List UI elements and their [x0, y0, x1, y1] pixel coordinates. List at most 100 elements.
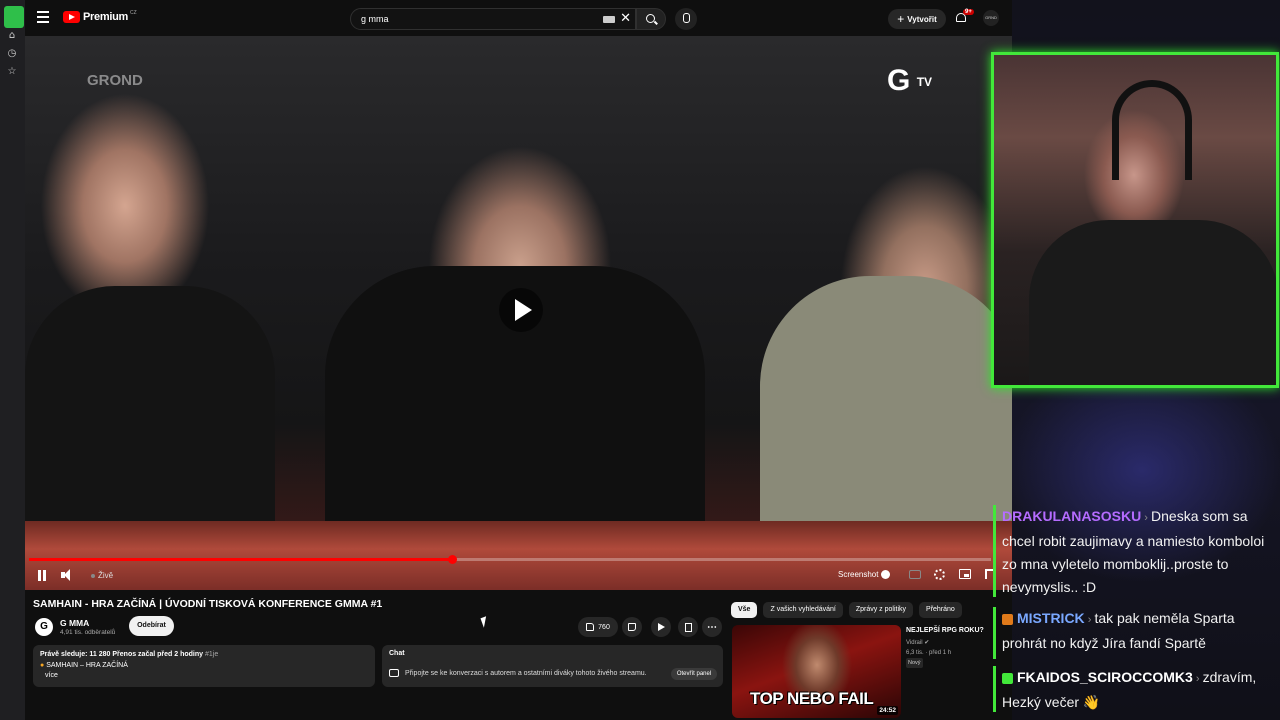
home-icon[interactable]: ⌂	[6, 30, 18, 42]
chat-username: DRAKULANASOSKU	[1002, 508, 1142, 524]
chat-accent-bar	[993, 666, 996, 712]
save-button[interactable]	[678, 617, 698, 637]
recommended-thumbnail[interactable]: TOP NEBO FAIL 24:52	[732, 625, 901, 718]
search-button[interactable]	[636, 8, 666, 30]
like-button[interactable]: 760	[578, 617, 618, 637]
big-play-button[interactable]	[499, 288, 543, 332]
chat-separator: ›	[1141, 512, 1152, 524]
new-badge: Nový	[906, 658, 923, 668]
chip-politics[interactable]: Zprávy z politiky	[848, 602, 914, 618]
more-icon: ⋯	[707, 621, 717, 633]
video-player[interactable]: GROND G TV Živě Screenshot	[25, 36, 1012, 590]
description-more[interactable]: více	[40, 671, 368, 682]
subscriber-count: 4,91 tis. odběratelů	[60, 629, 116, 636]
share-button[interactable]	[651, 617, 671, 637]
screenshot-button[interactable]: Screenshot	[838, 570, 891, 580]
search-box: ✕	[350, 8, 636, 30]
progress-bar[interactable]	[29, 555, 991, 564]
open-chat-panel-button[interactable]: Otevřít panel	[671, 668, 717, 680]
channel-avatar[interactable]: G	[35, 618, 53, 636]
dislike-button[interactable]	[622, 617, 642, 637]
create-label: Vytvořit	[907, 14, 937, 24]
star-icon[interactable]: ☆	[6, 66, 18, 78]
gtv-letter: G	[887, 64, 910, 97]
notification-badge: 9+	[963, 9, 974, 15]
search-icon	[646, 14, 655, 23]
channel-name[interactable]: G MMA	[60, 618, 89, 628]
top-bar: Premium CZ ✕ + Vytvořit 9+ GRND	[25, 0, 1012, 36]
user-badge-icon	[1002, 613, 1013, 625]
chat-separator: ›	[1084, 614, 1095, 626]
chat-bubble-icon	[389, 669, 399, 677]
fullscreen-icon[interactable]	[985, 569, 993, 579]
webcam-frame	[991, 52, 1279, 388]
thumbnail-text: TOP NEBO FAIL	[750, 689, 874, 708]
progress-fill	[29, 558, 453, 561]
chat-message-body: MISTRICK › tak pak neměla Sparta prohrát…	[993, 607, 1278, 655]
live-dot-icon	[91, 573, 95, 578]
clear-search-icon[interactable]: ✕	[620, 11, 631, 26]
mouse-cursor-icon	[480, 616, 490, 628]
chat-description: Připojte se ke konverzaci s autorem a os…	[405, 669, 647, 677]
more-actions-button[interactable]: ⋯	[702, 617, 722, 637]
brand-label: Premium	[83, 11, 128, 23]
recommended-channel[interactable]: Vidrail ✔	[906, 638, 951, 648]
recommended-meta: Vidrail ✔ 6,3 tis. · před 1 h Nový	[906, 638, 951, 668]
subscribe-button[interactable]: Odebírat	[129, 616, 174, 636]
plus-icon: +	[897, 12, 905, 26]
like-count: 760	[598, 623, 610, 631]
live-indicator[interactable]: Živě	[91, 571, 113, 580]
video-frame-desk	[25, 521, 1012, 590]
share-icon	[657, 623, 665, 631]
screenshot-label: Screenshot	[838, 570, 879, 579]
search-input[interactable]	[361, 14, 581, 24]
recommended-stats: 6,3 tis. · před 1 h	[906, 650, 952, 656]
description-line: ● SAMHAIN – HRA ZAČÍNÁ	[40, 661, 368, 672]
notifications-bell-icon[interactable]: 9+	[955, 9, 974, 24]
voice-search-icon[interactable]	[675, 8, 697, 30]
chip-watched[interactable]: Přehráno	[919, 602, 962, 618]
miniplayer-icon[interactable]	[959, 569, 971, 579]
description-stats: Právě sleduje: 11 280 Přenos začal před …	[40, 650, 368, 661]
description-stats-text: Právě sleduje: 11 280 Přenos začal před …	[40, 651, 204, 658]
keyboard-icon[interactable]	[603, 16, 615, 23]
chat-username: FKAIDOS_SCIROCCOMK3	[1017, 669, 1193, 685]
description-box[interactable]: Právě sleduje: 11 280 Přenos začal před …	[33, 645, 375, 687]
chat-box: Chat Připojte se ke konverzaci s autorem…	[382, 645, 723, 687]
thumbs-down-icon	[628, 623, 636, 631]
subtitles-icon[interactable]	[909, 570, 921, 579]
chat-heading: Chat	[389, 650, 405, 657]
chat-message-body: DRAKULANASOSKU › Dneska som sa chcel rob…	[993, 505, 1278, 599]
recommended-channel-name: Vidrail	[906, 640, 923, 646]
recommended-age: před 1 h	[929, 650, 952, 656]
chat-username: MISTRICK	[1017, 610, 1085, 626]
browser-logo-icon[interactable]	[4, 6, 24, 28]
volume-icon[interactable]	[61, 569, 75, 581]
chat-body: Připojte se ke konverzaci s autorem a os…	[389, 669, 647, 677]
hamburger-menu-icon[interactable]	[37, 11, 49, 25]
account-avatar[interactable]: GRND	[983, 10, 999, 26]
browser-side-rail: ⌂ ◷ ☆	[0, 0, 25, 720]
gtv-tag: TV	[916, 75, 933, 90]
recommendation-chips: Vše Z vašich vyhledávání Zprávy z politi…	[731, 602, 962, 618]
bookmark-icon	[684, 622, 692, 632]
live-label: Živě	[98, 571, 114, 580]
pause-icon[interactable]	[37, 570, 47, 581]
webcam-person	[1029, 220, 1276, 385]
create-button[interactable]: + Vytvořit	[888, 9, 946, 29]
description-hashtag[interactable]: #1je	[205, 651, 218, 658]
chat-accent-bar	[993, 607, 996, 659]
chip-from-searches[interactable]: Z vašich vyhledávání	[763, 602, 843, 618]
youtube-window: Premium CZ ✕ + Vytvořit 9+ GRND	[25, 0, 1012, 720]
chat-accent-bar	[993, 505, 996, 597]
orange-dot-icon: ●	[40, 661, 45, 669]
thumbs-up-icon	[586, 623, 595, 631]
description-text: SAMHAIN – HRA ZAČÍNÁ	[46, 661, 128, 669]
screen: ⌂ ◷ ☆ Premium CZ ✕ + Vytvořit	[0, 0, 1280, 720]
youtube-logo[interactable]: Premium CZ	[63, 10, 137, 23]
verified-icon: ✔	[924, 640, 930, 646]
history-icon[interactable]: ◷	[6, 48, 18, 60]
chip-all[interactable]: Vše	[731, 602, 758, 618]
settings-gear-icon[interactable]	[934, 569, 945, 580]
stream-chat-message: FKAIDOS_SCIROCCOMK3 › zdravím, Hezký več…	[993, 666, 1278, 714]
